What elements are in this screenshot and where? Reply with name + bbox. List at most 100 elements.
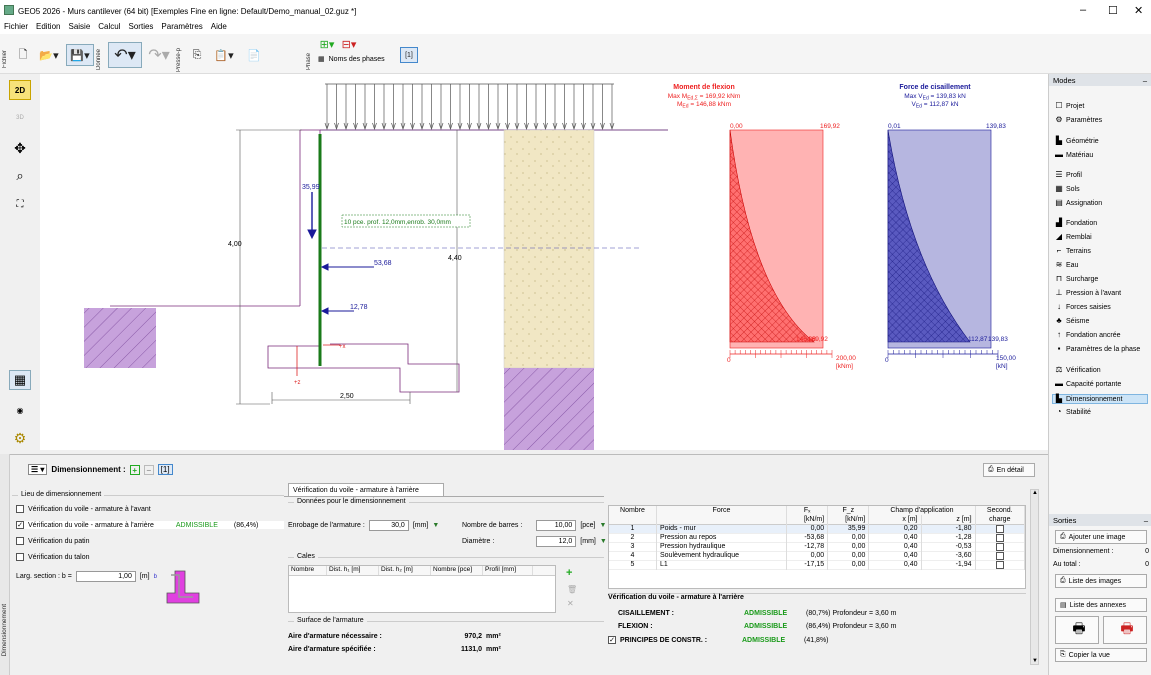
mode-item-4[interactable]: ☰ Profil [1055, 171, 1082, 179]
verif-checkbox[interactable]: ✓ [608, 636, 616, 644]
mode-item-11[interactable]: ⊓ Surcharge [1055, 275, 1098, 283]
mode-item-15[interactable]: ↑ Fondation ancrée [1055, 331, 1120, 339]
mode-item-1[interactable]: ⚙ Paramètres [1055, 116, 1102, 124]
menu-calcul[interactable]: Calcul [98, 22, 120, 34]
larg-input[interactable]: 1,00 [75, 571, 136, 582]
mode-item-16[interactable]: ▪ Paramètres de la phase [1055, 345, 1141, 353]
clear-cale-icon[interactable]: ✕ [567, 599, 574, 608]
new-file-icon[interactable]: 🗋 [14, 44, 32, 66]
paste-icon[interactable]: 📋▾ [210, 44, 238, 66]
save-icon[interactable]: 💾▾ [66, 44, 94, 66]
sorties-pin-button[interactable]: – [1144, 516, 1148, 525]
diam-input[interactable]: 12,0 [536, 536, 577, 547]
paste-special-icon[interactable]: 📄 [242, 44, 266, 66]
mode-item-3[interactable]: ▬ Matériau [1055, 151, 1093, 159]
remove-phase-icon[interactable]: ⊟▾ [340, 38, 358, 51]
enrob-input[interactable]: 30,0 [368, 520, 409, 531]
menu-parametres[interactable]: Paramètres [161, 22, 202, 34]
check-row-0[interactable]: Vérification du voile - armature à l'ava… [16, 505, 284, 513]
print-pdf-button[interactable]: 🖶 [1103, 616, 1147, 644]
force-row[interactable]: 5 L1 -17,15 0,00 0,40 -1,94 [609, 560, 1026, 569]
mode-item-18[interactable]: ▬ Capacité portante [1055, 380, 1121, 388]
redo-icon[interactable]: ↷▾ [146, 44, 172, 66]
detail-button[interactable]: ⎙ En détail [983, 463, 1035, 477]
force-row[interactable]: 1 Poids - mur 0,00 35,99 0,20 -1,80 [609, 524, 1026, 533]
mode-item-0[interactable]: ☐ Projet [1055, 102, 1084, 110]
open-file-icon[interactable]: 📂▾ [36, 44, 62, 66]
mode-item-6[interactable]: ▤ Assignation [1055, 199, 1102, 207]
second-charge-checkbox[interactable] [995, 533, 1004, 542]
list-menu-icon[interactable]: ☰ ▾ [28, 464, 48, 475]
list-images-button[interactable]: ⎙ Liste des images [1055, 574, 1147, 588]
mode-item-2[interactable]: ▙ Géométrie [1055, 137, 1099, 145]
check-box[interactable] [16, 537, 24, 545]
phase-names-button[interactable]: ▦ Noms des phases [318, 55, 385, 64]
check-row-2[interactable]: Vérification du patin [16, 537, 284, 545]
check-row-3[interactable]: Vérification du talon [16, 553, 284, 561]
enrob-dropdown-icon[interactable]: ▼ [432, 522, 439, 529]
mode-item-13[interactable]: ↓ Forces saisies [1055, 303, 1111, 311]
cales-col-header[interactable]: Dist. h₁ [m] [327, 566, 379, 575]
second-charge-checkbox[interactable] [995, 551, 1004, 560]
cales-col-header[interactable]: Nombre [289, 566, 327, 575]
check-box[interactable] [16, 505, 24, 513]
delete-cale-icon[interactable]: 🗑 [567, 585, 577, 594]
menu-sorties[interactable]: Sorties [129, 22, 154, 34]
view-3d-button[interactable]: 3D [9, 108, 31, 128]
menu-fichier[interactable]: Fichier [4, 22, 28, 34]
print-button[interactable]: 🖶 [1055, 616, 1099, 644]
close-button[interactable]: ✕ [1134, 4, 1143, 17]
scroll-up-icon[interactable]: ▲ [1032, 490, 1038, 496]
nb-input[interactable]: 10,00 [536, 520, 577, 531]
mode-item-17[interactable]: ⚖ Vérification [1055, 366, 1100, 374]
maximize-button[interactable]: ☐ [1108, 4, 1118, 17]
menu-edition[interactable]: Edition [36, 22, 60, 34]
copy-view-button[interactable]: ⎘ Copier la vue [1055, 648, 1147, 662]
cales-col-header[interactable]: Profil [mm] [483, 566, 533, 575]
cales-table[interactable]: Nombre Dist. h₁ [m] Dist. h₂ [m] Nombre [pc… [288, 565, 556, 613]
phase-1-tab[interactable]: [1] [400, 47, 418, 63]
mode-item-20[interactable]: ◔ Stabilité [1055, 408, 1091, 416]
remove-icon[interactable]: − [143, 464, 154, 475]
table-view-icon[interactable]: ▦ [9, 370, 31, 390]
fit-view-icon[interactable]: ⛶ [9, 194, 31, 214]
diam-dropdown-icon[interactable]: ▼ [600, 538, 607, 545]
mode-item-19[interactable]: ▙ Dimensionnement [1052, 394, 1148, 404]
side-tab-dimensionnement[interactable]: Dimensionnement [1, 604, 8, 656]
add-cale-icon[interactable]: + [566, 567, 572, 579]
tab-verif-arriere[interactable]: Vérification du voile - armature à l'arr… [288, 483, 444, 497]
add-icon[interactable]: + [129, 464, 140, 475]
cales-col-header[interactable]: Nombre [pce] [431, 566, 483, 575]
second-charge-checkbox[interactable] [995, 524, 1004, 533]
second-charge-checkbox[interactable] [995, 542, 1004, 551]
force-row[interactable]: 2 Pression au repos -53,68 0,00 0,40 -1,28 [609, 533, 1026, 542]
mode-item-12[interactable]: ⊥ Pression à l'avant [1055, 289, 1122, 297]
drawing-canvas[interactable]: 4,00 4,40 2,50 35,99 53,68 12,78 10 pce.… [40, 74, 1048, 450]
mode-item-10[interactable]: ≋ Eau [1055, 261, 1079, 269]
minimize-button[interactable]: – [1080, 4, 1086, 16]
menu-saisie[interactable]: Saisie [68, 22, 90, 34]
second-charge-checkbox[interactable] [995, 560, 1004, 569]
mode-item-9[interactable]: ⌐ Terrains [1055, 247, 1091, 255]
nb-dropdown-icon[interactable]: ▼ [600, 522, 607, 529]
force-row[interactable]: 3 Pression hydraulique -12,78 0,00 0,40 -0,53 [609, 542, 1026, 551]
check-box[interactable]: ✓ [16, 521, 24, 529]
mode-item-8[interactable]: ◢ Remblai [1055, 233, 1092, 241]
cales-col-header[interactable]: Dist. h₂ [m] [379, 566, 431, 575]
bottom-scrollbar[interactable]: ▲ ▼ [1030, 489, 1039, 665]
force-row[interactable]: 4 Soulèvement hydraulique 0,00 0,00 0,40 -3,6… [609, 551, 1026, 560]
add-image-button[interactable]: ⎙ Ajouter une image [1055, 530, 1147, 544]
phase-tab[interactable]: [1] [157, 464, 173, 475]
forces-table[interactable]: Nombre Force Fₓ F_z Champ d'application Secon… [608, 505, 1026, 589]
list-annexes-button[interactable]: ▤ Liste des annexes [1055, 598, 1147, 612]
check-box[interactable] [16, 553, 24, 561]
settings-gear-icon[interactable]: ⚙ [9, 428, 31, 448]
mode-item-5[interactable]: ▦ Sols [1055, 185, 1079, 193]
add-phase-icon[interactable]: ⊞▾ [318, 38, 336, 51]
menu-aide[interactable]: Aide [211, 22, 227, 34]
scroll-down-icon[interactable]: ▼ [1032, 658, 1038, 664]
modes-pin-button[interactable]: – [1143, 76, 1147, 85]
zoom-icon[interactable]: ⌕ [9, 166, 31, 186]
mode-item-7[interactable]: ▟ Fondation [1055, 219, 1097, 227]
view-2d-button[interactable]: 2D [9, 80, 31, 100]
